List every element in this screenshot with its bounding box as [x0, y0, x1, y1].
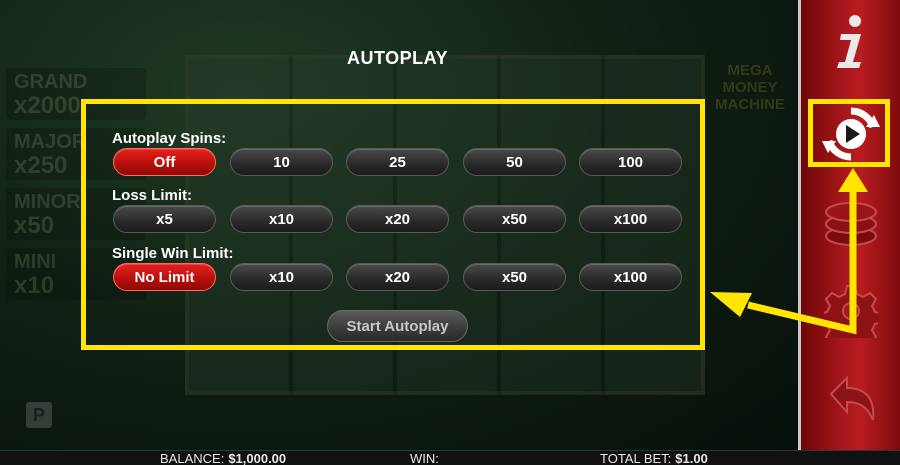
balance-display: BALANCE: $1,000.00 — [160, 451, 286, 465]
spins-option-25[interactable]: 25 — [346, 148, 449, 176]
bottom-status-bar: BALANCE: $1,000.00 WIN: TOTAL BET: $1.00 — [0, 450, 900, 465]
total-bet-display: TOTAL BET: $1.00 — [600, 451, 708, 465]
p-badge-icon: P — [26, 402, 52, 428]
loss-option-x20[interactable]: x20 — [346, 205, 449, 233]
start-autoplay-button[interactable]: Start Autoplay — [327, 310, 468, 342]
win-option-x50[interactable]: x50 — [463, 263, 566, 291]
game-logo: MEGA MONEY MACHINE — [715, 62, 785, 113]
spins-option-off[interactable]: Off — [113, 148, 216, 176]
coin-stack-icon[interactable] — [801, 196, 900, 248]
win-option-x20[interactable]: x20 — [346, 263, 449, 291]
spins-option-50[interactable]: 50 — [463, 148, 566, 176]
spins-option-10[interactable]: 10 — [230, 148, 333, 176]
loss-option-x50[interactable]: x50 — [463, 205, 566, 233]
win-display: WIN: — [410, 451, 443, 465]
loss-limit-label: Loss Limit: — [112, 187, 193, 204]
win-option-x10[interactable]: x10 — [230, 263, 333, 291]
dialog-title: AUTOPLAY — [346, 48, 449, 68]
right-sidebar — [798, 0, 900, 450]
total-bet-value: $1.00 — [675, 451, 708, 465]
total-bet-label: TOTAL BET: — [600, 451, 672, 465]
autoplay-button-highlight — [808, 99, 890, 167]
loss-option-x100[interactable]: x100 — [579, 205, 682, 233]
loss-option-x10[interactable]: x10 — [230, 205, 333, 233]
spins-option-100[interactable]: 100 — [579, 148, 682, 176]
gear-icon[interactable] — [801, 284, 900, 338]
balance-label: BALANCE: — [160, 451, 225, 465]
autoplay-spins-label: Autoplay Spins: — [112, 130, 227, 147]
win-option-x100[interactable]: x100 — [579, 263, 682, 291]
single-win-limit-label: Single Win Limit: — [112, 245, 234, 262]
back-arrow-icon[interactable] — [801, 372, 900, 426]
balance-value: $1,000.00 — [228, 451, 287, 465]
win-label: WIN: — [410, 451, 439, 465]
info-icon[interactable] — [801, 14, 900, 70]
jackpot-name: GRAND — [14, 71, 88, 93]
loss-option-x5[interactable]: x5 — [113, 205, 216, 233]
win-option-no-limit[interactable]: No Limit — [113, 263, 216, 291]
